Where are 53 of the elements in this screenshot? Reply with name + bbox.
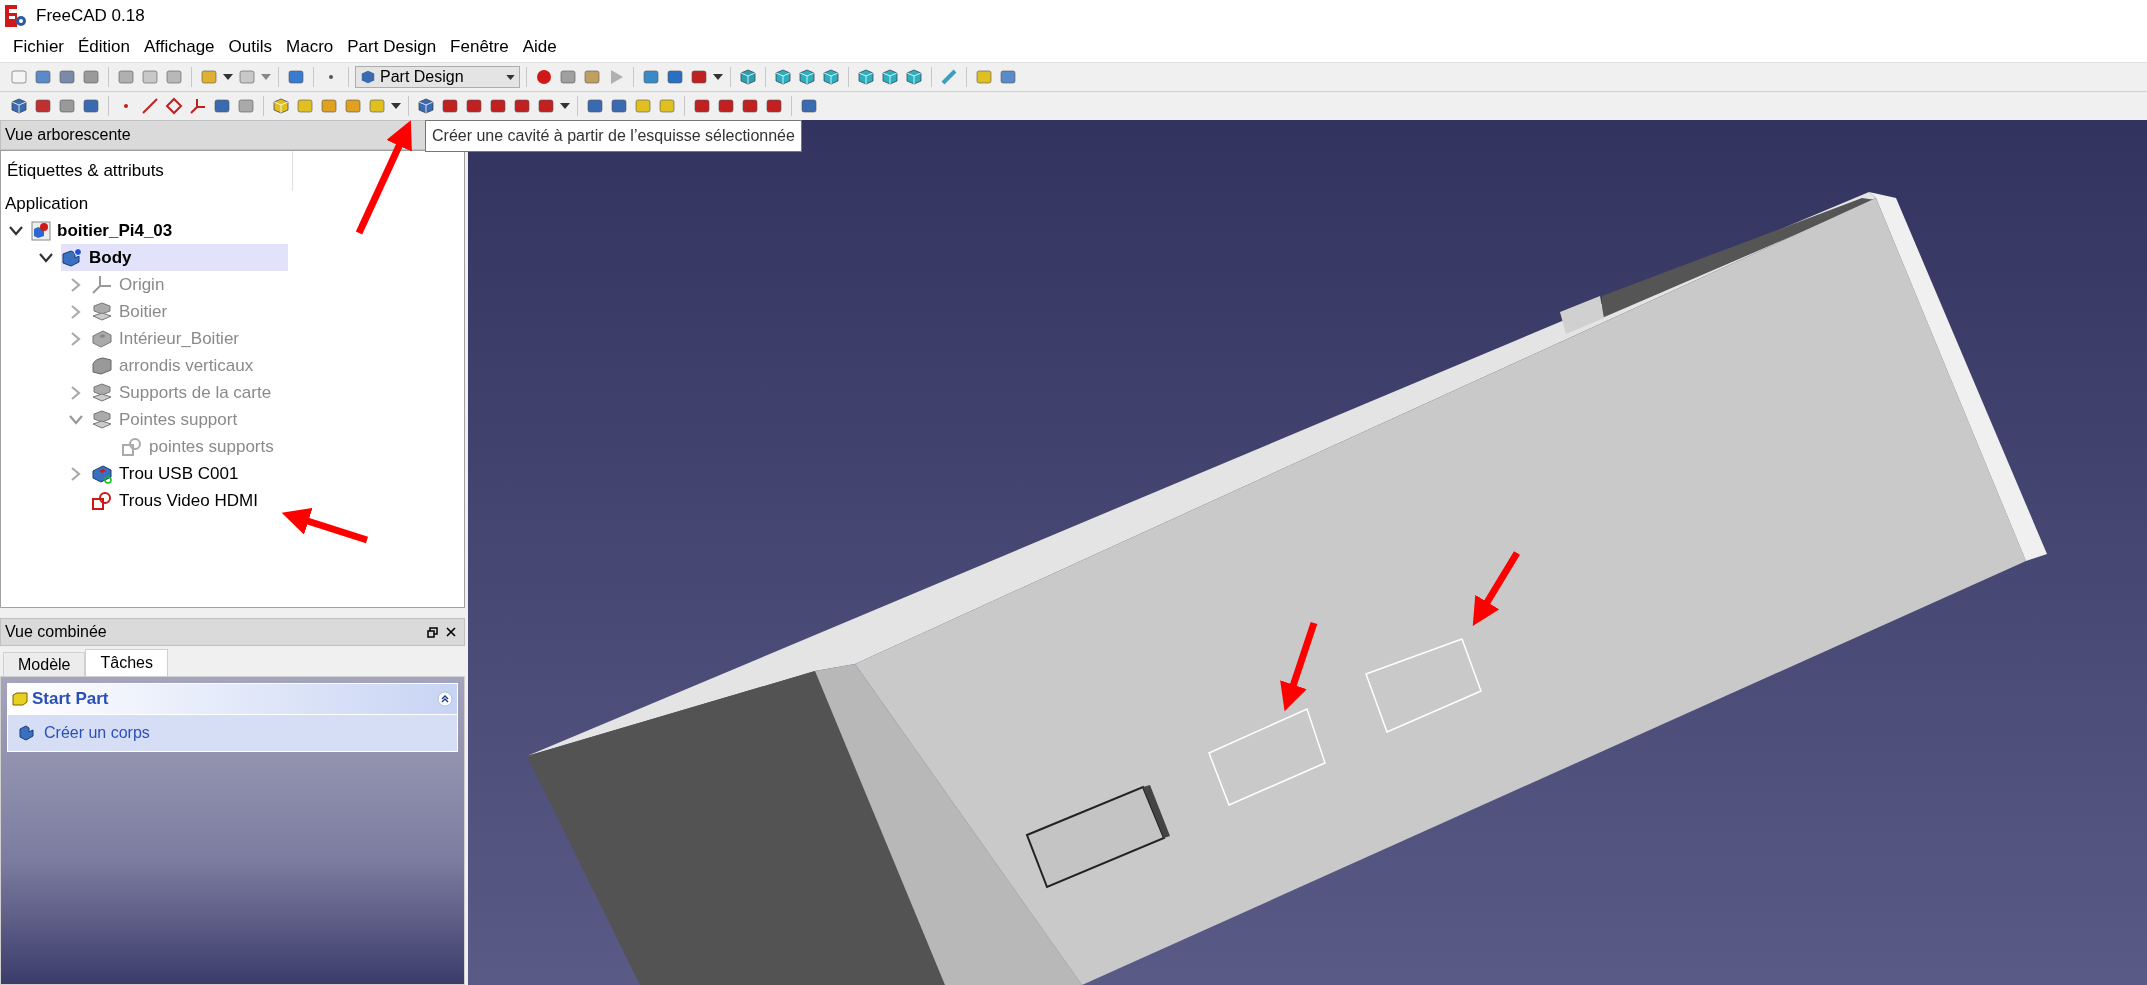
tree-item[interactable]: Body <box>61 244 288 271</box>
workbench-dropdown[interactable]: Part Design <box>355 66 520 88</box>
menu-item[interactable]: Fenêtre <box>443 34 516 60</box>
panel-title: Vue combinée <box>5 622 107 642</box>
chevron-right-icon[interactable] <box>71 277 81 292</box>
chevron-down-icon[interactable] <box>39 252 53 263</box>
stacked-plates-icon <box>91 409 113 430</box>
menu-item[interactable]: Part Design <box>340 34 444 60</box>
cube-icon <box>12 692 28 706</box>
tree-item[interactable]: pointes supports <box>121 433 282 460</box>
document-icon <box>31 220 51 241</box>
task-action-link[interactable]: Créer un corps <box>18 721 150 745</box>
collapse-icon[interactable] <box>437 691 453 707</box>
block-icon <box>91 328 113 349</box>
window-title: FreeCAD 0.18 <box>36 5 145 28</box>
menu-item[interactable]: Édition <box>71 34 137 60</box>
chevron-right-icon[interactable] <box>71 304 81 319</box>
panel-title: Vue arborescente <box>5 125 131 145</box>
cube-icon <box>360 69 376 85</box>
tree-item[interactable]: arrondis verticaux <box>91 352 262 379</box>
app-logo-icon <box>4 4 28 28</box>
menu-item[interactable]: Outils <box>221 34 280 60</box>
tree-item[interactable]: Supports de la carte <box>91 379 280 406</box>
rounded-block-icon <box>91 355 113 376</box>
tree-item[interactable]: Trou USB C001 <box>91 460 247 487</box>
close-icon[interactable] <box>446 627 456 637</box>
menu-item[interactable]: Macro <box>279 34 341 60</box>
tree-item[interactable]: Pointes support <box>91 406 246 433</box>
chevron-right-icon[interactable] <box>71 385 81 400</box>
pocket-block-icon <box>91 463 113 484</box>
chevron-down-icon[interactable] <box>9 225 23 236</box>
menu-item[interactable]: Affichage <box>137 34 222 60</box>
tree-item[interactable]: boitier_Pi4_03 <box>31 217 181 244</box>
caret-icon <box>506 74 515 80</box>
tree-root: Application <box>4 193 90 216</box>
menu-item[interactable]: Fichier <box>6 34 71 60</box>
tooltip: Créer une cavité à partir de l’esquisse sélectionnée <box>425 120 802 152</box>
tree-item[interactable]: Trous Video HDMI <box>91 487 266 514</box>
chevron-right-icon[interactable] <box>71 466 81 481</box>
tab[interactable]: Modèle <box>3 652 86 676</box>
task-box-header[interactable]: Start Part <box>8 684 457 714</box>
tree-item[interactable]: Intérieur_Boitier <box>91 325 247 352</box>
plane-icon[interactable] <box>163 95 185 117</box>
float-window-icon[interactable] <box>427 626 438 638</box>
stacked-plates-icon <box>91 301 113 322</box>
axes-icon <box>91 274 113 295</box>
tree-item[interactable]: Origin <box>91 271 173 298</box>
tab[interactable]: Tâches <box>85 649 168 676</box>
menu-item[interactable]: Aide <box>515 34 564 60</box>
task-box-title: Start Part <box>32 688 109 711</box>
chevron-right-icon[interactable] <box>71 331 81 346</box>
stacked-plates-icon <box>91 382 113 403</box>
column-header[interactable]: Étiquettes & attributs <box>1 151 293 191</box>
